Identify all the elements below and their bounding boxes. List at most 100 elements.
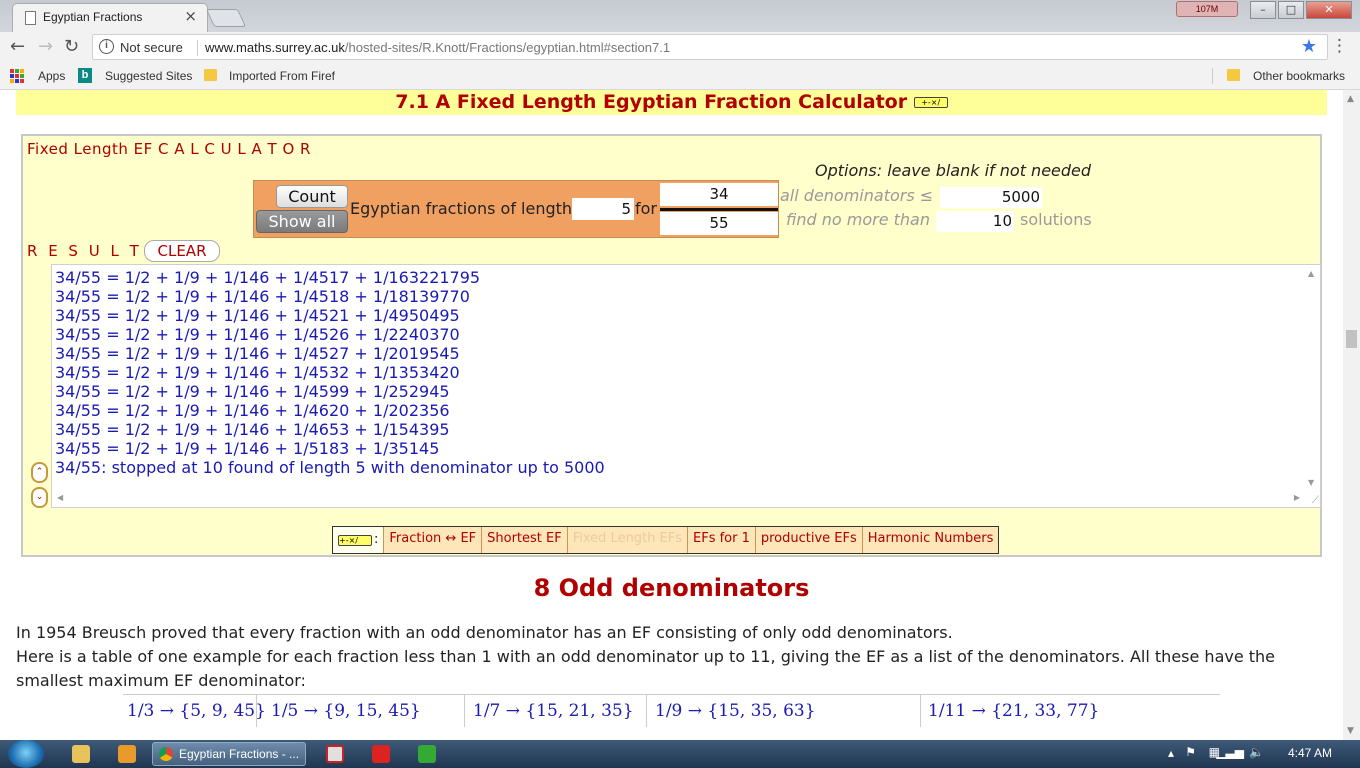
bookmark-separator (1212, 68, 1213, 84)
clear-button[interactable]: CLEAR (144, 240, 220, 262)
max-solutions-input[interactable]: 10 (936, 211, 1014, 232)
count-button[interactable]: Count (276, 185, 348, 208)
result-line: 34/55 = 1/2 + 1/9 + 1/146 + 1/4518 + 1/1… (55, 287, 470, 306)
close-window-button[interactable]: ✕ (1306, 1, 1352, 19)
bookmark-star-icon[interactable]: ★ (1301, 36, 1317, 57)
show-all-button[interactable]: Show all (256, 210, 348, 233)
result-line: 34/55 = 1/2 + 1/9 + 1/146 + 1/4599 + 1/2… (55, 382, 450, 401)
result-line: 34/55 = 1/2 + 1/9 + 1/146 + 1/4527 + 1/2… (55, 344, 460, 363)
nav-link-0[interactable]: Fraction ↔ EF (384, 527, 483, 553)
table-cell: 1/9 → {15, 35, 63} (651, 695, 921, 727)
calculator-panel: Fixed Length EF C A L C U L A T O R Opti… (21, 134, 1322, 557)
resize-grip-icon[interactable]: ⟋ (1312, 495, 1319, 506)
nav-link-2: Fixed Length EFs (567, 527, 688, 553)
task-label: Egyptian Fractions - ... (179, 747, 300, 761)
calculator-title: Fixed Length EF C A L C U L A T O R (27, 140, 311, 158)
fraction-bar (660, 208, 778, 211)
result-line: 34/55 = 1/2 + 1/9 + 1/146 + 1/5183 + 1/3… (55, 439, 440, 458)
bookmark-apps[interactable]: Apps (38, 69, 65, 83)
page-scrollbar[interactable]: ▲ ▼ (1343, 90, 1360, 740)
options-label: Options: leave blank if not needed (815, 161, 1092, 180)
nav-link-5[interactable]: Harmonic Numbers (862, 527, 999, 553)
result-line: 34/55 = 1/2 + 1/9 + 1/146 + 1/4620 + 1/2… (55, 401, 450, 420)
results-textarea[interactable]: 34/55 = 1/2 + 1/9 + 1/146 + 1/4517 + 1/1… (51, 264, 1321, 508)
result-line: 34/55 = 1/2 + 1/9 + 1/146 + 1/4653 + 1/1… (55, 420, 450, 439)
bing-icon: b (78, 68, 92, 83)
length-input[interactable]: 5 (572, 198, 634, 220)
tray-expand-icon[interactable]: ▴ (1168, 746, 1174, 760)
pdf-icon[interactable] (326, 745, 344, 763)
tab-title: Egyptian Fractions (43, 10, 143, 24)
chrome-icon (159, 747, 173, 761)
scroll-down-icon[interactable]: ⌄ (31, 487, 48, 508)
scrollbar-thumb[interactable] (1346, 330, 1357, 348)
back-icon[interactable]: ← (10, 36, 25, 57)
results-list: 34/55 = 1/2 + 1/9 + 1/146 + 1/4517 + 1/1… (55, 268, 605, 477)
bookmark-suggested-sites[interactable]: Suggested Sites (105, 69, 192, 83)
nav-link-4[interactable]: productive EFs (755, 527, 863, 553)
folder-icon (204, 69, 217, 81)
table-cell: 1/3 → {5, 9, 45} (123, 695, 266, 727)
results-horizontal-scrollbar[interactable]: ◀ ▶ (52, 490, 1305, 507)
menu-icon[interactable]: ⋮ (1331, 36, 1348, 56)
new-tab-button[interactable] (205, 9, 247, 27)
browser-titlebar: Egyptian Fractions × 107M – □ ✕ (0, 0, 1360, 32)
calculator-nav-bar: +-×/: Fraction ↔ EF Shortest EF Fixed Leng… (332, 526, 1000, 554)
explorer-icon[interactable] (72, 745, 90, 763)
start-button[interactable] (8, 740, 44, 768)
paragraph-table-intro-cont: smallest maximum EF denominator: (16, 671, 306, 690)
calculator-nav-icon-cell: +-×/: (333, 527, 385, 553)
reload-icon[interactable]: ↻ (64, 36, 79, 57)
results-label: R E S U L T S (27, 242, 163, 260)
calculator-icon[interactable]: +-×/ (913, 97, 948, 108)
scroll-up-icon[interactable]: ⌃ (31, 462, 48, 483)
numerator-input[interactable]: 34 (660, 183, 778, 206)
info-icon[interactable]: i (99, 39, 114, 54)
apps-icon[interactable] (10, 69, 24, 83)
app-icon[interactable] (418, 745, 436, 763)
table-cell: 1/7 → {15, 21, 35} (469, 695, 647, 727)
url-host: www.maths.surrey.ac.uk (205, 40, 345, 55)
input-panel: Count Show all Egyptian fractions of len… (253, 180, 779, 238)
security-status[interactable]: Not secure (120, 40, 183, 55)
clock[interactable]: 4:47 AM (1288, 746, 1332, 760)
memory-badge[interactable]: 107M (1176, 1, 1238, 17)
table-cell: 1/5 → {9, 15, 45} (267, 695, 465, 727)
bookmark-other[interactable]: Other bookmarks (1253, 69, 1345, 83)
denominator-input[interactable]: 55 (660, 212, 778, 235)
app-icon[interactable] (372, 745, 390, 763)
scroll-down-arrow-icon[interactable]: ▼ (1347, 726, 1354, 736)
url-path: /hosted-sites/R.Knott/Fractions/egyptian… (344, 40, 671, 55)
nav-link-3[interactable]: EFs for 1 (688, 527, 756, 553)
browser-tab[interactable]: Egyptian Fractions × (12, 3, 208, 32)
all-denominators-label: all denominators ≤ (780, 186, 934, 205)
maximize-button[interactable]: □ (1278, 1, 1304, 19)
calculator-icon[interactable]: +-×/ (338, 534, 372, 546)
section-title: 7.1 A Fixed Length Egyptian Fraction Cal… (395, 91, 908, 113)
minimize-button[interactable]: – (1250, 1, 1276, 19)
paragraph-table-intro: Here is a table of one example for each … (16, 647, 1276, 666)
flag-icon[interactable]: ⚑ (1185, 745, 1196, 759)
section-heading-8: 8 Odd denominators (533, 574, 810, 602)
browser-toolbar: ← → ↻ i Not secure www.maths.surrey.ac.u… (0, 32, 1360, 62)
nav-colon: : (374, 532, 379, 547)
results-vertical-scrollbar[interactable]: ▲ ▼ (1303, 265, 1320, 491)
odd-denominator-table: 1/3 → {5, 9, 45} 1/5 → {9, 15, 45} 1/7 →… (123, 694, 1220, 740)
media-player-icon[interactable] (118, 745, 136, 763)
max-denominator-input[interactable]: 5000 (940, 187, 1042, 208)
windows-taskbar: Egyptian Fractions - ... ▴ ⚑ ▦ ▁▃▅ 🔈 4:4… (0, 740, 1360, 768)
signal-icon[interactable]: ▁▃▅ (1216, 745, 1244, 759)
nav-link-1[interactable]: Shortest EF (482, 527, 568, 553)
scroll-up-arrow-icon[interactable]: ▲ (1347, 94, 1354, 104)
solutions-label: solutions (1020, 210, 1092, 229)
ef-length-label: Egyptian fractions of length (350, 199, 573, 218)
volume-icon[interactable]: 🔈 (1249, 745, 1264, 759)
taskbar-chrome-task[interactable]: Egyptian Fractions - ... (152, 742, 306, 766)
url-text[interactable]: www.maths.surrey.ac.uk/hosted-sites/R.Kn… (205, 40, 670, 55)
section-heading-7-1: 7.1 A Fixed Length Egyptian Fraction Cal… (16, 90, 1327, 115)
tab-close-icon[interactable]: × (184, 7, 197, 25)
address-bar[interactable]: i Not secure www.maths.surrey.ac.uk/host… (92, 34, 1328, 60)
forward-icon[interactable]: → (38, 36, 53, 57)
bookmark-imported[interactable]: Imported From Firef (229, 69, 335, 83)
omnibox-divider (197, 40, 198, 56)
